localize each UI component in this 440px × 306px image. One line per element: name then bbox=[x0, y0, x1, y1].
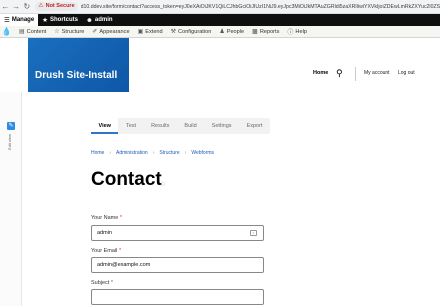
menu-item-help[interactable]: ⓘ Help bbox=[283, 26, 311, 38]
wrench-icon: ⚒ bbox=[170, 29, 177, 35]
toolbar-user-tab[interactable]: ☻ admin bbox=[82, 14, 117, 26]
toolbar-user-label: admin bbox=[94, 17, 113, 23]
name-field-value: admin bbox=[97, 230, 112, 236]
menu-item-configuration[interactable]: ⚒ Configuration bbox=[167, 26, 216, 38]
toolbar-manage-label: Manage bbox=[11, 17, 35, 23]
puzzle-icon: ▣ bbox=[137, 29, 144, 35]
email-label: Your Email * bbox=[91, 248, 121, 254]
chevron-right-icon: › bbox=[184, 150, 187, 156]
search-icon[interactable]: ⚲ bbox=[336, 68, 343, 79]
content-icon: ▤ bbox=[19, 29, 25, 35]
menu-item-label: Reports bbox=[259, 28, 280, 35]
menu-item-label: Help bbox=[295, 28, 307, 35]
nav-home-link[interactable]: Home bbox=[313, 70, 328, 76]
header-divider bbox=[355, 67, 356, 81]
tab-settings[interactable]: Settings bbox=[204, 118, 239, 134]
chevron-right-icon: › bbox=[152, 150, 155, 156]
edit-view-label[interactable]: Edit view bbox=[7, 134, 12, 150]
required-marker: * bbox=[110, 280, 114, 286]
subject-field[interactable] bbox=[91, 289, 264, 305]
security-chip[interactable]: ⚠ Not Secure bbox=[35, 2, 78, 11]
address-bar[interactable]: d10.ddev.site/form/contact?access_token=… bbox=[81, 4, 440, 10]
reload-icon[interactable]: ↻ bbox=[21, 1, 32, 13]
toolbar-shortcuts-tab[interactable]: ★ Shortcuts bbox=[38, 14, 82, 26]
page-title: Contact bbox=[91, 169, 162, 190]
forward-arrow-icon[interactable]: → bbox=[11, 1, 22, 13]
breadcrumb-webforms[interactable]: Webforms bbox=[191, 150, 214, 156]
security-label: Not Secure bbox=[45, 3, 75, 9]
menu-item-label: Extend bbox=[145, 28, 163, 35]
user-icon: ☻ bbox=[86, 16, 93, 24]
email-field[interactable]: admin@example.com bbox=[91, 257, 264, 273]
star-outline-icon[interactable]: ☆ bbox=[160, 180, 166, 188]
help-icon: ⓘ bbox=[287, 30, 294, 36]
menu-item-label: Structure bbox=[61, 28, 85, 35]
browser-bar: ← → ↻ ⚠ Not Secure d10.ddev.site/form/co… bbox=[0, 0, 440, 14]
tab-build[interactable]: Build bbox=[177, 118, 204, 134]
menu-item-structure[interactable]: ☆ Structure bbox=[50, 26, 88, 38]
menu-item-label: Configuration bbox=[178, 28, 212, 35]
star-icon: ★ bbox=[42, 17, 48, 24]
breadcrumb-home[interactable]: Home bbox=[91, 150, 104, 156]
chevron-right-icon: › bbox=[109, 150, 112, 156]
menu-item-reports[interactable]: ▩ Reports bbox=[248, 26, 283, 38]
subject-label-text: Subject bbox=[91, 280, 110, 286]
reports-icon: ▩ bbox=[252, 29, 258, 35]
people-icon: ♟ bbox=[219, 29, 225, 35]
autofill-contact-icon[interactable]: ≡ bbox=[250, 230, 257, 236]
breadcrumb-administration[interactable]: Administration bbox=[116, 150, 148, 156]
tab-export[interactable]: Export bbox=[239, 118, 270, 134]
edit-view-icon[interactable]: ✎ bbox=[7, 122, 15, 130]
required-marker: * bbox=[119, 215, 122, 221]
logout-link[interactable]: Log out bbox=[398, 70, 415, 76]
menu-item-label: People bbox=[226, 28, 245, 35]
email-field-value: admin@example.com bbox=[97, 262, 151, 268]
menu-item-people[interactable]: ♟ People bbox=[215, 26, 248, 38]
email-label-text: Your Email bbox=[91, 248, 118, 254]
site-branding[interactable]: Drush Site-Install bbox=[28, 38, 129, 92]
tab-results[interactable]: Results bbox=[144, 118, 177, 134]
breadcrumb: Home › Administration › Structure › Webf… bbox=[91, 150, 214, 156]
menu-icon: ☰ bbox=[4, 17, 10, 24]
my-account-link[interactable]: My account bbox=[364, 70, 390, 76]
tab-view[interactable]: View bbox=[91, 118, 119, 134]
breadcrumb-structure[interactable]: Structure bbox=[159, 150, 179, 156]
menu-item-content[interactable]: ▤ Content bbox=[15, 26, 50, 38]
tab-test[interactable]: Test bbox=[118, 118, 143, 134]
name-label-text: Your Name bbox=[91, 215, 119, 221]
name-field[interactable]: admin ≡ bbox=[91, 225, 264, 241]
warning-icon: ⚠ bbox=[38, 3, 44, 9]
subject-label: Subject * bbox=[91, 280, 113, 286]
wrench-icon: ✐ bbox=[92, 29, 98, 35]
menu-item-extend[interactable]: ▣ Extend bbox=[134, 26, 167, 38]
site-name[interactable]: Drush Site-Install bbox=[35, 70, 117, 81]
required-marker: * bbox=[118, 248, 122, 254]
structure-icon: ☆ bbox=[54, 29, 60, 35]
drupal-logo-icon[interactable]: 💧 bbox=[1, 26, 12, 38]
back-arrow-icon[interactable]: ← bbox=[0, 1, 11, 13]
menu-item-appearance[interactable]: ✐ Appearance bbox=[88, 26, 133, 38]
toolbar-manage-tab[interactable]: ☰ Manage bbox=[0, 14, 39, 26]
site-header: Drush Site-Install bbox=[0, 38, 440, 92]
admin-menu-tray: 💧 ▤ Content ☆ Structure ✐ Appearance ▣ E… bbox=[0, 26, 440, 38]
menu-item-label: Appearance bbox=[99, 28, 130, 35]
admin-toolbar: ☰ Manage ★ Shortcuts ☻ admin bbox=[0, 14, 440, 26]
toolbar-shortcuts-label: Shortcuts bbox=[50, 17, 79, 23]
name-label: Your Name * bbox=[91, 215, 122, 221]
local-tasks-tabs: View Test Results Build Settings Export bbox=[91, 118, 270, 134]
menu-item-label: Content bbox=[26, 28, 47, 35]
